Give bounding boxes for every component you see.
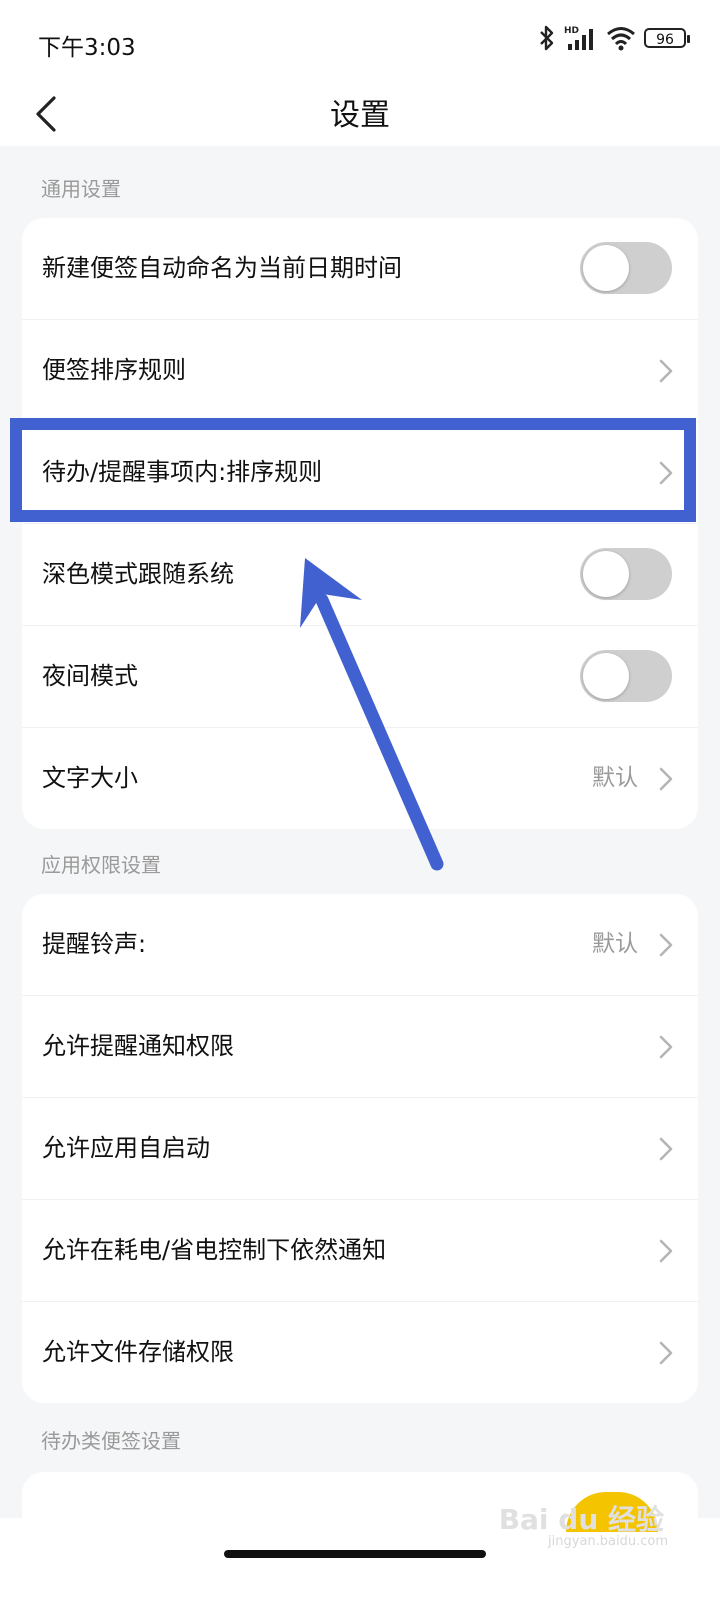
chevron-right-icon: [659, 1137, 673, 1161]
chevron-right-icon: [659, 1035, 673, 1059]
chevron-right-icon: [659, 359, 673, 383]
setting-label: 新建便签自动命名为当前日期时间: [42, 254, 402, 282]
setting-note-sort-rule[interactable]: 便签排序规则: [22, 320, 698, 422]
setting-font-size[interactable]: 文字大小 默认: [22, 728, 698, 829]
setting-value: 默认: [592, 765, 638, 791]
chevron-right-icon: [659, 933, 673, 957]
setting-label: 文字大小: [42, 764, 138, 792]
setting-label: 深色模式跟随系统: [42, 560, 234, 588]
setting-label: 夜间模式: [42, 662, 138, 690]
watermark-brand: Bai du 经验: [498, 1503, 664, 1536]
setting-label: 允许应用自启动: [42, 1134, 210, 1162]
setting-todo-sort-rule[interactable]: 待办/提醒事项内:排序规则: [22, 422, 698, 524]
setting-label: 允许文件存储权限: [42, 1338, 234, 1366]
status-bar: 下午3:03 HD 96: [0, 0, 720, 84]
signal-icon: HD: [564, 26, 593, 50]
setting-night-mode: 夜间模式: [22, 626, 698, 728]
general-settings-card: 新建便签自动命名为当前日期时间 便签排序规则 待办/提醒事项内:排序规则 深色模…: [22, 218, 698, 829]
setting-notification-permission[interactable]: 允许提醒通知权限: [22, 996, 698, 1098]
setting-value: 默认: [592, 931, 638, 957]
auto-name-date-toggle[interactable]: [580, 242, 672, 294]
page-title: 设置: [330, 98, 390, 133]
battery-indicator: 96: [644, 28, 690, 48]
section-label-permissions: 应用权限设置: [41, 853, 161, 877]
permission-settings-card: 提醒铃声: 默认 允许提醒通知权限 允许应用自启动 允许在耗电/省电控制下依然通…: [22, 894, 698, 1403]
watermark-url: jingyan.baidu.com: [548, 1534, 668, 1549]
dark-mode-follow-toggle[interactable]: [580, 548, 672, 600]
setting-auto-name-date: 新建便签自动命名为当前日期时间: [22, 218, 698, 320]
setting-reminder-ringtone[interactable]: 提醒铃声: 默认: [22, 894, 698, 996]
section-label-todo: 待办类便签设置: [41, 1429, 181, 1453]
toggle-knob: [583, 653, 629, 699]
setting-autostart-permission[interactable]: 允许应用自启动: [22, 1098, 698, 1200]
night-mode-toggle[interactable]: [580, 650, 672, 702]
setting-label: 待办/提醒事项内:排序规则: [42, 458, 323, 486]
top-app-bar: 设置: [0, 84, 720, 146]
toggle-knob: [583, 245, 629, 291]
chevron-right-icon: [659, 1239, 673, 1263]
status-icons: HD 96: [538, 24, 690, 52]
home-indicator[interactable]: [224, 1550, 486, 1558]
wifi-icon: [607, 27, 635, 51]
setting-storage-permission[interactable]: 允许文件存储权限: [22, 1302, 698, 1403]
section-label-general: 通用设置: [41, 177, 121, 201]
status-time: 下午3:03: [38, 35, 136, 61]
setting-dark-mode-follow-system: 深色模式跟随系统: [22, 524, 698, 626]
toggle-knob: [583, 551, 629, 597]
setting-label: 便签排序规则: [42, 356, 186, 384]
hd-label: HD: [564, 26, 579, 36]
chevron-right-icon: [659, 1341, 673, 1365]
setting-battery-saver-notify[interactable]: 允许在耗电/省电控制下依然通知: [22, 1200, 698, 1302]
bluetooth-icon: [540, 25, 554, 51]
setting-label: 提醒铃声:: [42, 930, 147, 958]
chevron-right-icon: [659, 767, 673, 791]
chevron-right-icon: [659, 461, 673, 485]
setting-label: 允许在耗电/省电控制下依然通知: [42, 1236, 387, 1264]
setting-label: 允许提醒通知权限: [42, 1032, 234, 1060]
